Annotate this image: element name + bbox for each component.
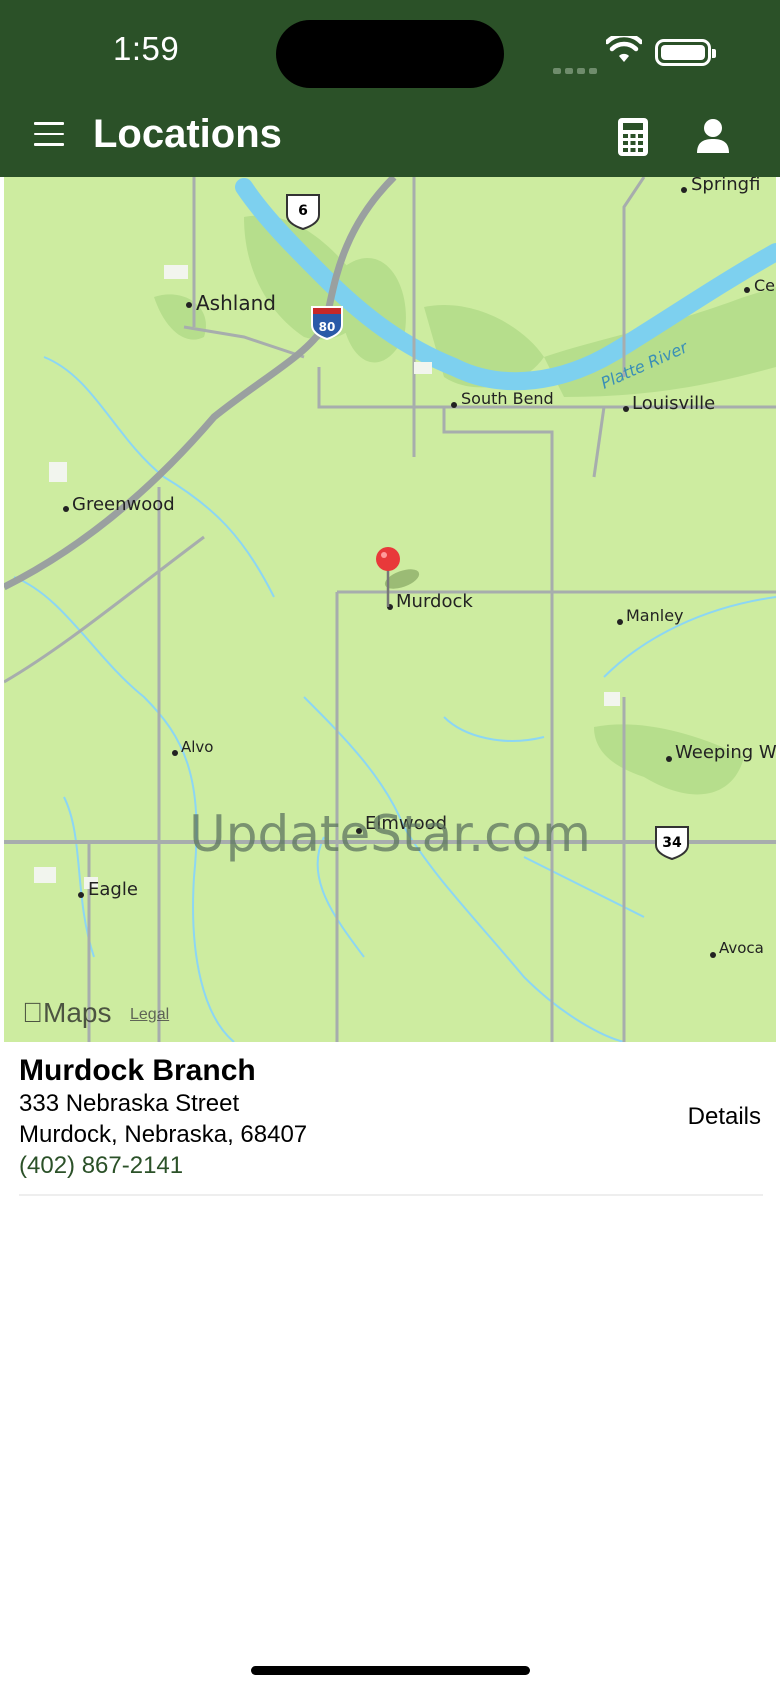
status-time: 1:59 xyxy=(113,30,180,67)
route-shield-34: 34 xyxy=(655,826,689,861)
branch-city: Murdock, Nebraska, 68407 xyxy=(19,1121,308,1148)
details-button[interactable]: Details xyxy=(688,1103,761,1131)
home-indicator xyxy=(251,1666,530,1675)
watermark: UpdateStar.com xyxy=(189,805,591,863)
battery-icon xyxy=(655,39,716,66)
wifi-icon xyxy=(606,36,642,62)
page-title: Locations xyxy=(93,112,282,156)
place-springfield: Springfi xyxy=(691,177,760,195)
place-louisville: Louisville xyxy=(632,393,715,414)
legal-link[interactable]: Legal xyxy=(130,1006,169,1024)
place-greenwood: Greenwood xyxy=(72,494,175,515)
dynamic-island xyxy=(276,20,504,88)
map-view[interactable]: 6 80 34 Ashland South Bend Louisville Gr… xyxy=(4,177,776,1042)
place-south-bend: South Bend xyxy=(461,389,554,408)
route-shield-80: 80 xyxy=(311,306,343,341)
calculator-icon[interactable] xyxy=(617,117,649,157)
place-cedar-creek: Ce xyxy=(754,276,775,295)
apple-maps-logo: Maps xyxy=(22,997,111,1028)
place-avoca: Avoca xyxy=(719,939,764,957)
route-shield-6: 6 xyxy=(286,194,320,231)
place-murdock: Murdock xyxy=(396,591,473,612)
location-list-item[interactable]: Murdock Branch 333 Nebraska Street Murdo… xyxy=(19,1050,763,1196)
place-alvo: Alvo xyxy=(181,738,213,756)
branch-street: 333 Nebraska Street xyxy=(19,1090,240,1117)
signal-icon xyxy=(553,56,601,74)
route-shield-80-label: 80 xyxy=(319,320,336,334)
place-eagle: Eagle xyxy=(88,879,138,900)
place-manley: Manley xyxy=(626,606,684,625)
branch-name: Murdock Branch xyxy=(19,1054,256,1087)
route-shield-34-label: 34 xyxy=(662,835,682,851)
place-weeping-water: Weeping W xyxy=(675,742,776,763)
menu-button[interactable] xyxy=(34,122,64,146)
app-header: 1:59 Locations xyxy=(0,0,780,177)
profile-icon[interactable] xyxy=(695,118,731,154)
branch-phone-link[interactable]: (402) 867-2141 xyxy=(19,1150,763,1181)
place-ashland: Ashland xyxy=(196,291,276,315)
route-shield-6-label: 6 xyxy=(298,203,308,219)
